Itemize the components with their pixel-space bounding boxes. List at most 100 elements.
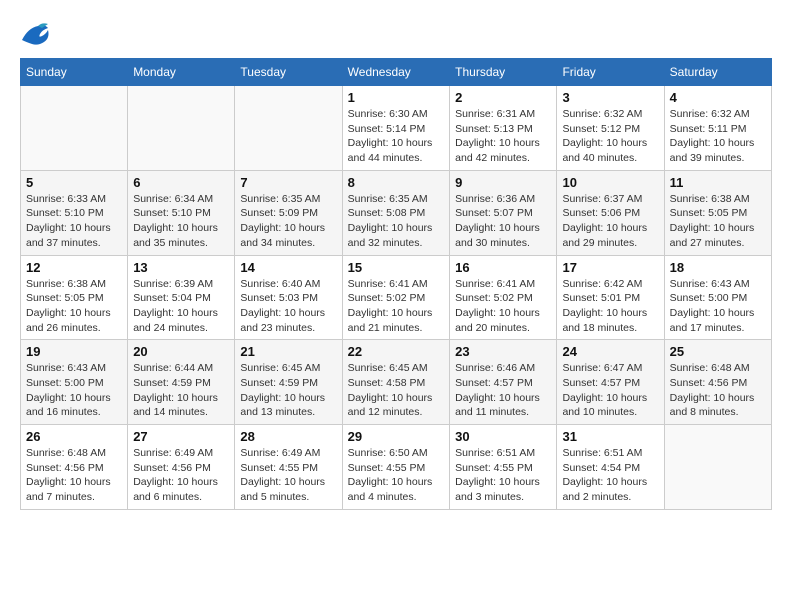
weekday-header-thursday: Thursday bbox=[450, 59, 557, 86]
day-number: 16 bbox=[455, 260, 551, 275]
calendar-cell: 22 Sunrise: 6:45 AM Sunset: 4:58 PM Dayli… bbox=[342, 340, 450, 425]
day-info: Sunrise: 6:34 AM Sunset: 5:10 PM Dayligh… bbox=[133, 192, 229, 251]
calendar-cell: 11 Sunrise: 6:38 AM Sunset: 5:05 PM Dayli… bbox=[664, 170, 771, 255]
calendar-cell bbox=[235, 86, 342, 171]
day-number: 24 bbox=[562, 344, 658, 359]
day-number: 9 bbox=[455, 175, 551, 190]
day-number: 4 bbox=[670, 90, 766, 105]
calendar-cell: 10Sunrise: 6:37 AM Sunset: 5:06 PM Dayli… bbox=[557, 170, 664, 255]
day-info: Sunrise: 6:42 AM Sunset: 5:01 PM Dayligh… bbox=[562, 277, 658, 336]
day-info: Sunrise: 6:35 AM Sunset: 5:08 PM Dayligh… bbox=[348, 192, 445, 251]
weekday-header-tuesday: Tuesday bbox=[235, 59, 342, 86]
calendar-cell: 9 Sunrise: 6:36 AM Sunset: 5:07 PM Daylig… bbox=[450, 170, 557, 255]
day-info: Sunrise: 6:51 AM Sunset: 4:55 PM Dayligh… bbox=[455, 446, 551, 505]
calendar-cell: 2 Sunrise: 6:31 AM Sunset: 5:13 PM Daylig… bbox=[450, 86, 557, 171]
page-header bbox=[20, 20, 772, 48]
day-number: 26 bbox=[26, 429, 122, 444]
calendar-cell bbox=[128, 86, 235, 171]
day-info: Sunrise: 6:43 AM Sunset: 5:00 PM Dayligh… bbox=[26, 361, 122, 420]
day-number: 11 bbox=[670, 175, 766, 190]
day-number: 23 bbox=[455, 344, 551, 359]
calendar-cell: 18 Sunrise: 6:43 AM Sunset: 5:00 PM Dayli… bbox=[664, 255, 771, 340]
calendar-cell: 8 Sunrise: 6:35 AM Sunset: 5:08 PM Daylig… bbox=[342, 170, 450, 255]
day-number: 18 bbox=[670, 260, 766, 275]
calendar-week-row: 1 Sunrise: 6:30 AM Sunset: 5:14 PM Daylig… bbox=[21, 86, 772, 171]
weekday-header-sunday: Sunday bbox=[21, 59, 128, 86]
day-info: Sunrise: 6:38 AM Sunset: 5:05 PM Dayligh… bbox=[670, 192, 766, 251]
day-number: 28 bbox=[240, 429, 336, 444]
calendar-week-row: 5 Sunrise: 6:33 AM Sunset: 5:10 PM Daylig… bbox=[21, 170, 772, 255]
day-info: Sunrise: 6:45 AM Sunset: 4:58 PM Dayligh… bbox=[348, 361, 445, 420]
day-info: Sunrise: 6:41 AM Sunset: 5:02 PM Dayligh… bbox=[455, 277, 551, 336]
calendar-cell: 19 Sunrise: 6:43 AM Sunset: 5:00 PM Dayli… bbox=[21, 340, 128, 425]
calendar-week-row: 26Sunrise: 6:48 AM Sunset: 4:56 PM Dayli… bbox=[21, 425, 772, 510]
calendar-cell: 6 Sunrise: 6:34 AM Sunset: 5:10 PM Daylig… bbox=[128, 170, 235, 255]
day-info: Sunrise: 6:30 AM Sunset: 5:14 PM Dayligh… bbox=[348, 107, 445, 166]
day-info: Sunrise: 6:39 AM Sunset: 5:04 PM Dayligh… bbox=[133, 277, 229, 336]
day-info: Sunrise: 6:44 AM Sunset: 4:59 PM Dayligh… bbox=[133, 361, 229, 420]
day-info: Sunrise: 6:49 AM Sunset: 4:55 PM Dayligh… bbox=[240, 446, 336, 505]
day-number: 2 bbox=[455, 90, 551, 105]
calendar-cell: 5 Sunrise: 6:33 AM Sunset: 5:10 PM Daylig… bbox=[21, 170, 128, 255]
day-number: 1 bbox=[348, 90, 445, 105]
calendar-cell: 20 Sunrise: 6:44 AM Sunset: 4:59 PM Dayli… bbox=[128, 340, 235, 425]
day-info: Sunrise: 6:47 AM Sunset: 4:57 PM Dayligh… bbox=[562, 361, 658, 420]
day-number: 5 bbox=[26, 175, 122, 190]
day-number: 29 bbox=[348, 429, 445, 444]
calendar-cell: 16 Sunrise: 6:41 AM Sunset: 5:02 PM Dayli… bbox=[450, 255, 557, 340]
calendar-cell: 30 Sunrise: 6:51 AM Sunset: 4:55 PM Dayli… bbox=[450, 425, 557, 510]
day-number: 14 bbox=[240, 260, 336, 275]
calendar-cell: 25Sunrise: 6:48 AM Sunset: 4:56 PM Dayli… bbox=[664, 340, 771, 425]
day-number: 3 bbox=[562, 90, 658, 105]
calendar-cell: 28 Sunrise: 6:49 AM Sunset: 4:55 PM Dayli… bbox=[235, 425, 342, 510]
calendar-cell: 14 Sunrise: 6:40 AM Sunset: 5:03 PM Dayli… bbox=[235, 255, 342, 340]
day-number: 19 bbox=[26, 344, 122, 359]
day-info: Sunrise: 6:35 AM Sunset: 5:09 PM Dayligh… bbox=[240, 192, 336, 251]
weekday-header-friday: Friday bbox=[557, 59, 664, 86]
calendar-cell: 12 Sunrise: 6:38 AM Sunset: 5:05 PM Dayli… bbox=[21, 255, 128, 340]
day-info: Sunrise: 6:38 AM Sunset: 5:05 PM Dayligh… bbox=[26, 277, 122, 336]
day-info: Sunrise: 6:36 AM Sunset: 5:07 PM Dayligh… bbox=[455, 192, 551, 251]
logo bbox=[20, 20, 54, 48]
day-number: 8 bbox=[348, 175, 445, 190]
day-number: 15 bbox=[348, 260, 445, 275]
day-info: Sunrise: 6:48 AM Sunset: 4:56 PM Dayligh… bbox=[670, 361, 766, 420]
weekday-header-monday: Monday bbox=[128, 59, 235, 86]
logo-bird-icon bbox=[20, 20, 50, 48]
day-info: Sunrise: 6:32 AM Sunset: 5:12 PM Dayligh… bbox=[562, 107, 658, 166]
day-info: Sunrise: 6:32 AM Sunset: 5:11 PM Dayligh… bbox=[670, 107, 766, 166]
calendar-cell: 23Sunrise: 6:46 AM Sunset: 4:57 PM Dayli… bbox=[450, 340, 557, 425]
day-number: 22 bbox=[348, 344, 445, 359]
weekday-header-row: SundayMondayTuesdayWednesdayThursdayFrid… bbox=[21, 59, 772, 86]
day-number: 10 bbox=[562, 175, 658, 190]
calendar-cell: 27Sunrise: 6:49 AM Sunset: 4:56 PM Dayli… bbox=[128, 425, 235, 510]
day-number: 27 bbox=[133, 429, 229, 444]
day-info: Sunrise: 6:40 AM Sunset: 5:03 PM Dayligh… bbox=[240, 277, 336, 336]
day-number: 12 bbox=[26, 260, 122, 275]
day-info: Sunrise: 6:51 AM Sunset: 4:54 PM Dayligh… bbox=[562, 446, 658, 505]
calendar-cell: 29Sunrise: 6:50 AM Sunset: 4:55 PM Dayli… bbox=[342, 425, 450, 510]
calendar-cell: 4 Sunrise: 6:32 AM Sunset: 5:11 PM Daylig… bbox=[664, 86, 771, 171]
calendar-cell: 13 Sunrise: 6:39 AM Sunset: 5:04 PM Dayli… bbox=[128, 255, 235, 340]
day-number: 21 bbox=[240, 344, 336, 359]
weekday-header-wednesday: Wednesday bbox=[342, 59, 450, 86]
day-number: 13 bbox=[133, 260, 229, 275]
day-number: 30 bbox=[455, 429, 551, 444]
calendar-cell: 3 Sunrise: 6:32 AM Sunset: 5:12 PM Daylig… bbox=[557, 86, 664, 171]
calendar-cell: 31 Sunrise: 6:51 AM Sunset: 4:54 PM Dayli… bbox=[557, 425, 664, 510]
day-info: Sunrise: 6:33 AM Sunset: 5:10 PM Dayligh… bbox=[26, 192, 122, 251]
calendar-cell: 15Sunrise: 6:41 AM Sunset: 5:02 PM Dayli… bbox=[342, 255, 450, 340]
day-info: Sunrise: 6:45 AM Sunset: 4:59 PM Dayligh… bbox=[240, 361, 336, 420]
calendar-cell: 26Sunrise: 6:48 AM Sunset: 4:56 PM Dayli… bbox=[21, 425, 128, 510]
day-info: Sunrise: 6:31 AM Sunset: 5:13 PM Dayligh… bbox=[455, 107, 551, 166]
day-number: 20 bbox=[133, 344, 229, 359]
calendar-cell bbox=[664, 425, 771, 510]
day-number: 6 bbox=[133, 175, 229, 190]
day-number: 17 bbox=[562, 260, 658, 275]
weekday-header-saturday: Saturday bbox=[664, 59, 771, 86]
calendar-cell: 21 Sunrise: 6:45 AM Sunset: 4:59 PM Dayli… bbox=[235, 340, 342, 425]
calendar-table: SundayMondayTuesdayWednesdayThursdayFrid… bbox=[20, 58, 772, 510]
day-number: 31 bbox=[562, 429, 658, 444]
calendar-cell: 7Sunrise: 6:35 AM Sunset: 5:09 PM Daylig… bbox=[235, 170, 342, 255]
day-info: Sunrise: 6:43 AM Sunset: 5:00 PM Dayligh… bbox=[670, 277, 766, 336]
